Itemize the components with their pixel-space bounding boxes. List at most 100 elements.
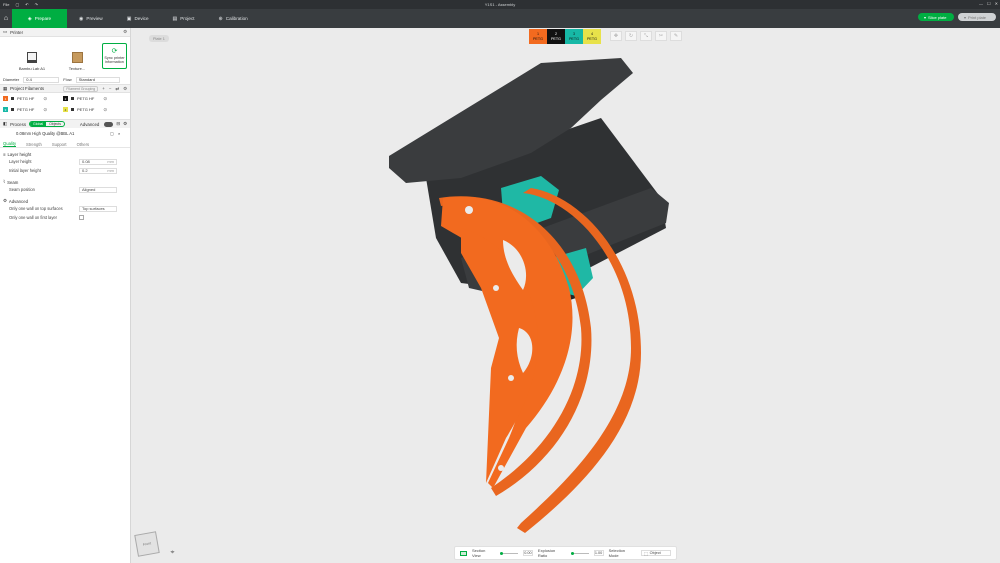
- folder-icon: ▤: [172, 15, 178, 22]
- param-label: Seam position: [9, 187, 35, 192]
- subtab-others[interactable]: Others: [77, 142, 90, 147]
- one-wall-top-select[interactable]: Top surfaces: [79, 205, 117, 212]
- filament-swatch-1[interactable]: 1 PETG: [529, 29, 547, 44]
- menu-file[interactable]: File: [3, 2, 9, 7]
- mode-objects[interactable]: Objects: [46, 122, 64, 126]
- filament-swatch-4[interactable]: 4 PETG: [583, 29, 601, 44]
- save-preset-icon[interactable]: ▢: [110, 131, 114, 136]
- process-subtabs: Quality Strength Support Others: [0, 139, 130, 148]
- edit-icon[interactable]: ⊙: [103, 107, 107, 113]
- model-render[interactable]: [131, 28, 1000, 563]
- save-icon[interactable]: ▢: [15, 2, 19, 7]
- settings-icon[interactable]: ⚙: [123, 121, 127, 127]
- subtab-support[interactable]: Support: [52, 142, 67, 147]
- explosion-ratio-slider[interactable]: [570, 551, 589, 555]
- model-hole: [498, 465, 504, 471]
- compare-icon[interactable]: ⊟: [116, 121, 120, 127]
- filament-type-icon: [11, 97, 14, 100]
- subtab-quality[interactable]: Quality: [3, 141, 17, 147]
- settings-icon[interactable]: ⚙: [123, 86, 127, 92]
- plate-select[interactable]: Texture...: [57, 41, 97, 71]
- tab-label: Prepare: [34, 16, 52, 21]
- filament-swatch-bar: 1 PETG 2 PETG 3 PETG 4 PETG: [529, 29, 601, 44]
- edit-icon[interactable]: ⊙: [43, 96, 47, 102]
- plate-pill[interactable]: Plate 1: [149, 35, 169, 42]
- initial-layer-height-input[interactable]: 0.2 mm: [79, 167, 117, 174]
- view-cube[interactable]: Front: [134, 531, 160, 557]
- filament-item-4[interactable]: 4 PETG HF ⊙: [63, 107, 123, 113]
- remove-icon[interactable]: −: [109, 86, 112, 92]
- edit-icon[interactable]: ⊙: [103, 96, 107, 102]
- flow-select[interactable]: Standard: [75, 76, 120, 83]
- filament-swatch-2[interactable]: 2 PETG: [547, 29, 565, 44]
- slice-label: Slice plate: [928, 14, 947, 20]
- selection-mode-label: Selection Mode: [608, 548, 626, 558]
- section-view-slider[interactable]: [499, 551, 518, 555]
- tab-device[interactable]: ▣ Device: [115, 9, 161, 28]
- rotate-icon[interactable]: ↻: [625, 31, 637, 41]
- sync-filament-icon[interactable]: ⇄: [115, 86, 119, 92]
- param-unit: mm: [107, 159, 114, 164]
- paint-icon[interactable]: ✎: [670, 31, 682, 41]
- tab-label: Project: [180, 16, 195, 21]
- filament-swatch[interactable]: 2: [63, 96, 68, 101]
- printer-heading: Printer: [10, 29, 24, 35]
- filament-swatch[interactable]: 3: [3, 107, 8, 112]
- window-title: Y1S1 - Assembly: [484, 2, 516, 7]
- filament-item-1[interactable]: 1 PETG HF ⊙: [3, 96, 63, 102]
- printer-select[interactable]: Bambu Lab A1: [12, 41, 52, 71]
- one-wall-first-checkbox[interactable]: [79, 215, 84, 220]
- move-icon[interactable]: ✥: [610, 31, 622, 41]
- scale-icon[interactable]: ⤡: [640, 31, 652, 41]
- seam-position-select[interactable]: Aligned: [79, 186, 117, 193]
- layers-icon: ≡: [3, 152, 6, 157]
- cut-icon[interactable]: ✂: [655, 31, 667, 41]
- plate-image: [71, 52, 83, 63]
- filament-swatch[interactable]: 4: [63, 107, 68, 112]
- nozzle-select[interactable]: 0.4: [23, 76, 60, 83]
- edit-icon[interactable]: ⊙: [43, 107, 47, 113]
- swatch-type: PETG: [568, 36, 580, 41]
- 3d-viewport[interactable]: Plate 1 1 PETG 2 PETG 3 PETG 4 PETG ✥ ↻ …: [131, 28, 1000, 563]
- filament-name: PETG HF: [77, 96, 95, 101]
- section-view-value[interactable]: 0.00: [522, 550, 533, 556]
- zoom-fit-icon[interactable]: ⌖: [168, 548, 177, 557]
- maximize-button[interactable]: ☐: [987, 1, 991, 6]
- filament-grouping-button[interactable]: Filament Grouping: [63, 85, 99, 92]
- tab-prepare[interactable]: ◈ Prepare: [12, 9, 67, 28]
- advanced-toggle[interactable]: [104, 121, 114, 127]
- selection-mode-select[interactable]: ⬚ Object: [641, 550, 671, 556]
- filament-swatch[interactable]: 1: [3, 96, 8, 101]
- section-view-icon: [460, 550, 467, 556]
- subtab-strength[interactable]: Strength: [26, 142, 42, 147]
- layer-height-input[interactable]: 0.08 mm: [79, 158, 117, 165]
- sync-printer-button[interactable]: ⟳ Sync printer information: [102, 43, 127, 69]
- filament-swatch-3[interactable]: 3 PETG: [565, 29, 583, 44]
- tab-project[interactable]: ▤ Project: [161, 9, 207, 28]
- undo-icon[interactable]: ↶: [25, 2, 28, 7]
- filament-item-3[interactable]: 3 PETG HF ⊙: [3, 107, 63, 113]
- param-value: Aligned: [82, 187, 96, 192]
- slice-plate-button[interactable]: ▾ Slice plate: [918, 13, 954, 21]
- explosion-ratio-value[interactable]: 1.00: [593, 550, 604, 556]
- tab-preview[interactable]: ◉ Preview: [67, 9, 115, 28]
- flow-label: Flow: [63, 77, 72, 82]
- filament-item-2[interactable]: 2 PETG HF ⊙: [63, 96, 123, 102]
- print-plate-button[interactable]: ▾ Print plate: [958, 13, 996, 21]
- swatch-type: PETG: [550, 36, 562, 41]
- process-mode-toggle[interactable]: Global Objects: [29, 121, 66, 127]
- close-button[interactable]: ✕: [995, 1, 998, 6]
- redo-icon[interactable]: ↷: [35, 2, 38, 7]
- minimize-button[interactable]: —: [979, 1, 983, 6]
- nozzle-row: Diameter 0.4 Flow Standard: [0, 75, 130, 84]
- settings-icon[interactable]: ⚙: [123, 29, 127, 35]
- process-preset-select[interactable]: 0.08mm High Quality @BBL A1: [16, 131, 106, 136]
- mode-global[interactable]: Global: [30, 122, 47, 126]
- filament-type-icon: [71, 108, 74, 111]
- filaments-heading: Project Filaments: [10, 86, 45, 91]
- tab-calibration[interactable]: ⊕ Calibration: [207, 9, 260, 28]
- search-icon[interactable]: ⌕: [118, 131, 120, 136]
- add-icon[interactable]: +: [102, 86, 105, 92]
- process-icon: ◧: [3, 121, 8, 126]
- home-icon[interactable]: ⌂: [0, 9, 12, 28]
